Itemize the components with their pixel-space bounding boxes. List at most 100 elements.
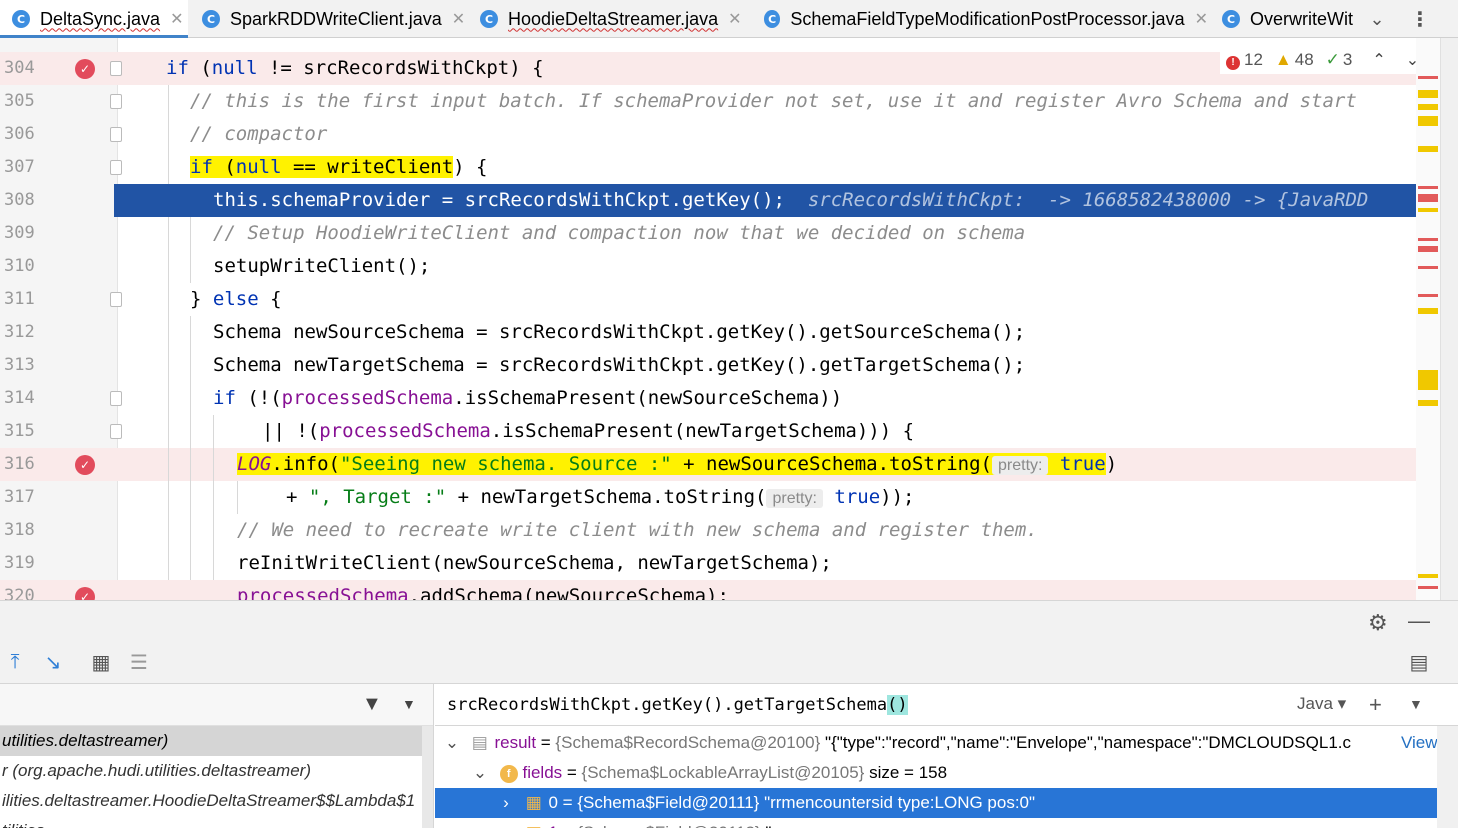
typo-check-icon: ✓ — [1325, 50, 1340, 69]
close-icon[interactable]: ✕ — [728, 9, 741, 29]
run-to-cursor-icon[interactable]: ↘ — [40, 650, 66, 674]
array-item-icon: ▦ — [526, 818, 544, 828]
code-token: { — [258, 288, 282, 310]
layout-icon[interactable]: ▤ — [1406, 650, 1432, 674]
variable-type: {Schema$Field@20111} — [577, 793, 760, 812]
code-token: + newTargetSchema.toString( — [446, 486, 767, 508]
code-token: Schema newSourceSchema = srcRecordsWithC… — [213, 321, 1026, 343]
code-token: if — [190, 156, 213, 178]
code-line: 312 Schema newSourceSchema = srcRecordsW… — [0, 316, 1440, 349]
line-number: 306 — [4, 124, 35, 144]
breakpoint-icon[interactable]: ✓ — [75, 59, 95, 79]
code-line: 314 if (!(processedSchema.isSchemaPresen… — [0, 382, 1440, 415]
debug-toolbar: ⤒ ↘ ▦ ☰ ▤ — [0, 640, 1458, 684]
stack-frame[interactable]: ilities.deltastreamer.HoodieDeltaStreame… — [0, 786, 433, 816]
code-editor[interactable]: 304 ✓ if (null != srcRecordsWithCkpt) { … — [0, 38, 1440, 600]
expand-icon[interactable]: › — [497, 818, 515, 828]
expression-input[interactable]: srcRecordsWithCkpt.getKey().getTargetSch… — [447, 692, 908, 718]
stack-frame[interactable]: utilities.deltastreamer) — [0, 726, 433, 756]
array-item-icon: ▦ — [525, 793, 542, 812]
fold-marker-icon[interactable] — [110, 127, 122, 142]
fold-marker-icon[interactable] — [110, 391, 122, 406]
code-token: else — [212, 288, 259, 310]
stack-frame[interactable]: r (org.apache.hudi.utilities.deltastream… — [0, 756, 433, 786]
close-icon[interactable]: ✕ — [452, 9, 465, 29]
tab-hoodiedeltastreamer[interactable]: C HoodieDeltaStreamer.java ✕ — [466, 0, 750, 38]
more-vertical-icon[interactable]: ⋮ — [1408, 6, 1432, 32]
evaluate-expression-icon[interactable]: ▦ — [90, 650, 112, 674]
variable-row-selected[interactable]: › ▦ 0 = {Schema$Field@20111} "rrmencount… — [435, 788, 1437, 818]
code-token: this.schemaProvider = srcRecordsWithCkpt… — [213, 189, 785, 211]
fold-marker-icon[interactable] — [110, 61, 122, 76]
gear-icon[interactable]: ⚙ — [1368, 610, 1388, 636]
tab-deltasync[interactable]: C DeltaSync.java ✕ — [0, 0, 188, 39]
fold-marker-icon[interactable] — [110, 160, 122, 175]
line-number: 311 — [4, 289, 35, 309]
frames-panel: ▼ ▼ utilities.deltastreamer) r (org.apac… — [0, 684, 434, 828]
tab-sparkrddwriteclient[interactable]: C SparkRDDWriteClient.java ✕ — [188, 0, 466, 38]
variable-row[interactable]: ⌄ f fields = {Schema$LockableArrayList@2… — [435, 758, 1437, 788]
collapse-icon[interactable]: ⌄ — [443, 728, 461, 758]
line-number: 316 — [4, 454, 35, 474]
evaluate-expression-bar[interactable]: srcRecordsWithCkpt.getKey().getTargetSch… — [435, 684, 1458, 726]
errors-count[interactable]: ! 12 — [1226, 50, 1263, 70]
code-line: 305 // this is the first input batch. If… — [0, 85, 1440, 118]
class-run-icon: C — [480, 10, 498, 28]
code-line: 320 ✓ processedSchema.addSchema(newSourc… — [0, 580, 1440, 600]
variables-scrollbar[interactable] — [1437, 726, 1458, 828]
close-icon[interactable]: ✕ — [170, 9, 183, 29]
filter-icon[interactable]: ▼ — [362, 693, 382, 716]
code-string: ", Target :" — [308, 486, 447, 508]
line-number: 309 — [4, 223, 35, 243]
chevron-down-icon[interactable]: ▼ — [402, 696, 416, 712]
editor-scrollbar[interactable] — [1440, 38, 1458, 600]
warnings-count[interactable]: ▲ 48 — [1275, 50, 1314, 70]
code-comment: // Setup HoodieWriteClient and compactio… — [213, 222, 1026, 244]
line-number: 320 — [4, 586, 35, 600]
previous-problem-icon[interactable]: ⌃ — [1372, 50, 1385, 70]
frames-scrollbar[interactable] — [422, 726, 433, 828]
stack-frame[interactable]: tilities — [0, 816, 433, 828]
variable-name: result — [494, 733, 537, 752]
line-number: 312 — [4, 322, 35, 342]
language-selector[interactable]: Java ▾ — [1297, 694, 1346, 714]
code-token: + — [286, 486, 309, 508]
code-token: setupWriteClient(); — [213, 255, 431, 277]
line-number: 318 — [4, 520, 35, 540]
fold-marker-icon[interactable] — [110, 94, 122, 109]
code-line: 317 + ", Target :" + newTargetSchema.toS… — [0, 481, 1440, 514]
expand-icon[interactable]: › — [497, 788, 515, 818]
code-token: processedSchema — [237, 585, 409, 600]
view-link[interactable]: View — [1397, 728, 1437, 758]
line-number: 307 — [4, 157, 35, 177]
breakpoint-icon[interactable]: ✓ — [75, 455, 95, 475]
variable-row[interactable]: ⌄ ▤ result = {Schema$RecordSchema@20100}… — [435, 728, 1437, 758]
parameter-hint: pretty: — [992, 456, 1049, 475]
breakpoint-icon[interactable]: ✓ — [75, 587, 95, 600]
collapse-icon[interactable]: ⌄ — [471, 758, 489, 788]
fold-marker-icon[interactable] — [110, 292, 122, 307]
tab-overwritewith[interactable]: C OverwriteWit — [1208, 0, 1358, 38]
code-token: true — [1059, 453, 1106, 475]
code-token: .isSchemaPresent(newTargetSchema))) { — [490, 420, 915, 442]
trace-stream-icon[interactable]: ☰ — [128, 650, 150, 674]
tab-schemafieldtypemodification[interactable]: C SchemaFieldTypeModificationPostProcess… — [750, 0, 1208, 38]
tab-label: DeltaSync.java — [40, 8, 161, 29]
code-token: != srcRecordsWithCkpt) { — [257, 57, 544, 79]
code-line: 309 // Setup HoodieWriteClient and compa… — [0, 217, 1440, 250]
code-line: 310 setupWriteClient(); — [0, 250, 1440, 283]
step-out-icon[interactable]: ⤒ — [4, 650, 26, 674]
error-stripe[interactable] — [1416, 38, 1440, 600]
result-icon: ▤ — [471, 733, 488, 752]
add-watch-icon[interactable]: + — [1369, 692, 1382, 718]
fold-marker-icon[interactable] — [110, 424, 122, 439]
chevron-down-icon[interactable]: ⌄ — [1364, 6, 1390, 32]
problems-indicator[interactable]: ! 12 ▲ 48 ✓ 3 ⌃ ⌄ — [1220, 46, 1426, 74]
variable-row[interactable]: › ▦ 1 = {Schema$Field@20112} "... — [435, 818, 1437, 828]
close-icon[interactable]: ✕ — [1195, 9, 1208, 29]
tab-label: OverwriteWit — [1250, 8, 1353, 29]
typos-count[interactable]: ✓ 3 — [1326, 50, 1353, 70]
code-token: + newSourceSchema.toString( — [671, 453, 992, 475]
chevron-down-icon[interactable]: ▼ — [1409, 696, 1423, 712]
minimize-icon[interactable]: — — [1408, 608, 1430, 634]
